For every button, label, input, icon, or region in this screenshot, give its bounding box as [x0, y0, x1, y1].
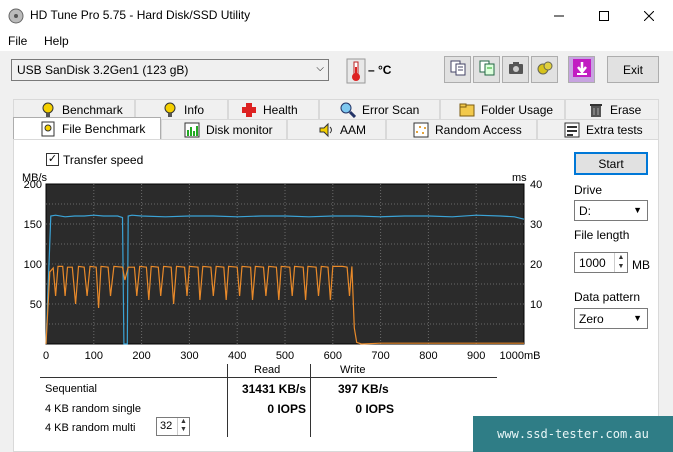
tab-folder-usage[interactable]: Folder Usage	[440, 99, 565, 119]
start-button[interactable]: Start	[574, 152, 648, 175]
results-col-divider	[310, 364, 311, 437]
transfer-speed-checkbox[interactable]: ✓	[46, 153, 59, 166]
disk-monitor-icon	[184, 122, 200, 138]
exit-button[interactable]: Exit	[607, 56, 659, 83]
copy-results-button[interactable]	[473, 56, 500, 83]
tab-disk-monitor[interactable]: Disk monitor	[161, 119, 287, 139]
read-header: Read	[254, 364, 281, 376]
tab-disk-monitor-label: Disk monitor	[206, 122, 273, 137]
copy-green-icon	[479, 60, 495, 79]
y-axis-unit: MB/s	[22, 172, 48, 184]
screenshot-button[interactable]	[502, 56, 529, 83]
tab-extra-tests[interactable]: Extra tests	[537, 119, 659, 139]
tab-file-benchmark-label: File Benchmark	[62, 121, 146, 136]
tab-aam-label: AAM	[340, 122, 367, 137]
file-benchmark-icon	[40, 121, 56, 137]
options-icon	[537, 60, 553, 79]
drive-select-value: USB SanDisk 3.2Gen1 (123 gB)	[17, 63, 189, 77]
queue-depth-stepper[interactable]: 32 ▲ ▼	[156, 417, 190, 436]
tab-erase-label: Erase	[610, 102, 642, 117]
write-header: Write	[340, 364, 366, 376]
camera-icon	[508, 61, 524, 78]
tab-health-label: Health	[263, 102, 298, 117]
app-icon	[8, 8, 24, 24]
maximize-button[interactable]	[581, 0, 626, 31]
tab-random-access[interactable]: Random Access	[386, 119, 537, 139]
close-button[interactable]	[626, 0, 671, 31]
chevron-down-icon: ▼	[633, 313, 642, 323]
random-single-read-value: 0 IOPS	[267, 402, 306, 416]
tab-benchmark[interactable]: Benchmark	[13, 99, 135, 119]
save-button[interactable]	[568, 56, 595, 83]
thermometer-icon	[346, 58, 366, 87]
tab-health[interactable]: Health	[228, 99, 319, 119]
results-col-divider	[227, 364, 228, 437]
menu-file[interactable]: File	[8, 34, 27, 48]
tab-benchmark-label: Benchmark	[62, 102, 123, 117]
health-cross-icon	[241, 102, 257, 118]
sequential-label: Sequential	[45, 383, 97, 395]
chevron-down-icon: ▼	[633, 205, 642, 215]
random-single-write-value: 0 IOPS	[355, 402, 394, 416]
minimize-button[interactable]	[536, 0, 581, 31]
options-button[interactable]	[531, 56, 558, 83]
download-arrow-icon	[572, 59, 591, 80]
copy-icon	[450, 60, 466, 79]
transfer-speed-label: Transfer speed	[63, 153, 144, 167]
watermark: www.ssd-tester.com.au	[473, 416, 673, 452]
trash-icon	[588, 102, 604, 118]
sequential-read-value: 31431 KB/s	[241, 382, 306, 396]
title-bar: HD Tune Pro 5.75 - Hard Disk/SSD Utility	[0, 0, 673, 31]
drive-select[interactable]: USB SanDisk 3.2Gen1 (123 gB) ⌵	[11, 59, 329, 81]
tab-aam[interactable]: AAM	[287, 119, 386, 139]
y2-axis-unit: ms	[512, 172, 527, 184]
queue-depth-value: 32	[160, 420, 173, 432]
tab-error-scan[interactable]: Error Scan	[319, 99, 440, 119]
tab-extra-tests-label: Extra tests	[586, 122, 643, 137]
data-pattern-value: Zero	[579, 312, 604, 326]
tab-info[interactable]: Info	[135, 99, 228, 119]
results-divider	[40, 377, 497, 378]
magnifier-icon	[340, 102, 357, 118]
tab-random-access-label: Random Access	[435, 122, 522, 137]
random-single-label: 4 KB random single	[45, 403, 141, 415]
tab-folder-usage-label: Folder Usage	[481, 102, 554, 117]
tab-error-scan-label: Error Scan	[362, 102, 420, 117]
drive-combo[interactable]: D: ▼	[574, 200, 648, 221]
chevron-down-icon: ⌵	[316, 63, 324, 74]
drive-label: Drive	[574, 183, 603, 197]
tab-erase[interactable]: Erase	[565, 99, 659, 119]
file-length-value: 1000	[579, 256, 606, 270]
sequential-write-value: 397 KB/s	[338, 382, 389, 396]
speaker-icon	[318, 122, 334, 138]
tab-file-benchmark[interactable]: File Benchmark	[13, 117, 161, 139]
folder-icon	[459, 102, 475, 118]
data-pattern-combo[interactable]: Zero ▼	[574, 308, 648, 329]
menu-help[interactable]: Help	[44, 34, 69, 48]
file-length-stepper[interactable]: 1000 ▲ ▼	[574, 252, 628, 273]
temperature-value: – °C	[368, 63, 392, 77]
data-pattern-label: Data pattern	[574, 290, 641, 304]
file-length-label: File length	[574, 228, 630, 242]
copy-info-button[interactable]	[444, 56, 471, 83]
extra-tests-icon	[564, 122, 580, 138]
info-icon	[162, 102, 178, 118]
stepper-arrows-icon[interactable]: ▲ ▼	[177, 418, 189, 435]
tab-info-label: Info	[184, 102, 205, 117]
random-multi-label: 4 KB random multi	[45, 422, 136, 434]
menu-bar: File Help	[0, 31, 673, 51]
drive-combo-value: D:	[579, 204, 591, 218]
file-length-unit: MB	[632, 258, 650, 272]
benchmark-icon	[40, 102, 56, 118]
random-access-icon	[413, 122, 429, 138]
window-title: HD Tune Pro 5.75 - Hard Disk/SSD Utility	[30, 8, 251, 22]
stepper-arrows-icon[interactable]: ▲ ▼	[614, 253, 627, 272]
